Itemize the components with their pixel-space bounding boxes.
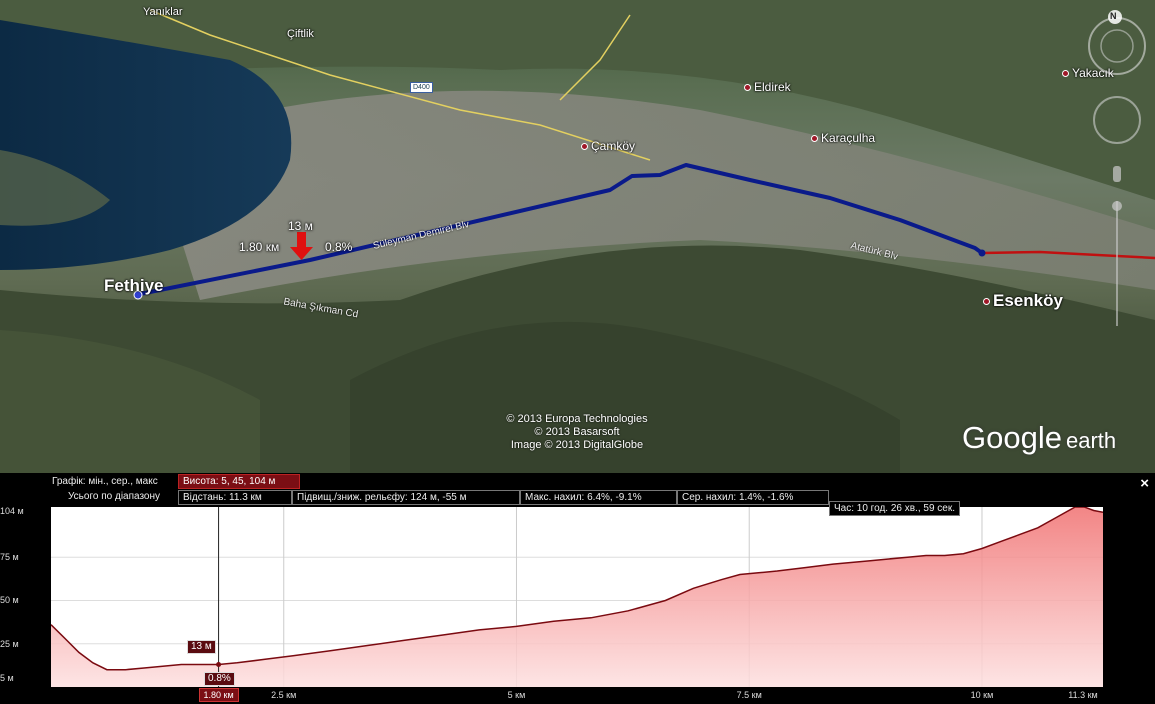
elevation-chart[interactable]: [50, 506, 1104, 687]
place-camkoy: Çamköy: [581, 139, 635, 153]
place-yaniklar: Yanıklar: [143, 6, 183, 18]
graph-mode-label: Графік: мін., сер., макс: [52, 476, 158, 487]
google-earth-logo: Google earth: [962, 420, 1117, 455]
place-dot-icon: [983, 298, 990, 306]
y-tick-label: 50 м: [0, 595, 19, 606]
close-icon[interactable]: ×: [1140, 475, 1149, 492]
place-esenkoy: Esenköy: [983, 291, 1063, 311]
navigation-controls[interactable]: [1086, 6, 1148, 336]
marker-distance-label: 1.80 км: [239, 240, 280, 254]
y-tick-label: 104 м: [0, 506, 24, 516]
map-imagery: [0, 0, 1155, 473]
elevation-stats-button[interactable]: Висота: 5, 45, 104 м: [178, 474, 300, 489]
map-view[interactable]: Yanıklar Çiftlik Eldirek Yakacık Çamköy …: [0, 0, 1155, 473]
place-dot-icon: [581, 143, 588, 151]
gain-loss-stat[interactable]: Підвищ./зниж. рельєфу: 124 м, -55 м: [292, 490, 520, 505]
place-dot-icon: [811, 135, 818, 143]
cursor-elevation-tooltip: 13 м: [187, 640, 216, 654]
y-tick-label: 25 м: [0, 638, 19, 649]
x-tick-label: 2.5 км: [271, 690, 297, 700]
place-fethiye: Fethiye: [104, 276, 164, 295]
time-stat: Час: 10 год. 26 хв., 59 сек.: [829, 501, 961, 516]
elevation-area: [51, 507, 1103, 687]
place-eldirek: Eldirek: [744, 80, 791, 94]
range-label: Усього по діапазону: [68, 491, 161, 502]
cursor-point: [216, 662, 222, 667]
place-dot-icon: [1062, 70, 1069, 78]
cursor-slope-tooltip: 0.8%: [204, 672, 235, 686]
x-tick-label: 5 км: [507, 690, 526, 700]
x-tick-label: 7.5 км: [736, 690, 762, 700]
avg-slope-stat[interactable]: Сер. нахил: 1.4%, -1.6%: [677, 490, 829, 505]
distance-stat: Відстань: 11.3 км: [178, 490, 292, 505]
max-slope-stat[interactable]: Макс. нахил: 6.4%, -9.1%: [520, 490, 677, 505]
place-ciftlik: Çiftlik: [287, 28, 314, 40]
marker-slope-label: 0.8%: [325, 240, 353, 254]
map-credits: © 2013 Europa Technologies © 2013 Basars…: [506, 413, 648, 451]
road-shield: D400: [410, 82, 433, 93]
y-tick-label: 75 м: [0, 552, 19, 563]
y-tick-label: 5 м: [0, 673, 14, 684]
elevation-profile-panel: Графік: мін., сер., макс Висота: 5, 45, …: [0, 473, 1155, 704]
place-karaculha: Karaçulha: [811, 131, 875, 145]
x-tick-label: 1.80 км: [198, 688, 239, 702]
x-tick-label: 11.3 км: [1068, 690, 1098, 700]
compass-north-icon[interactable]: N: [1110, 11, 1117, 21]
marker-elevation-label: 13 м: [288, 219, 313, 233]
place-dot-icon: [744, 84, 751, 92]
elevation-chart-svg: [50, 506, 1104, 687]
x-tick-label: 10 км: [970, 690, 994, 700]
